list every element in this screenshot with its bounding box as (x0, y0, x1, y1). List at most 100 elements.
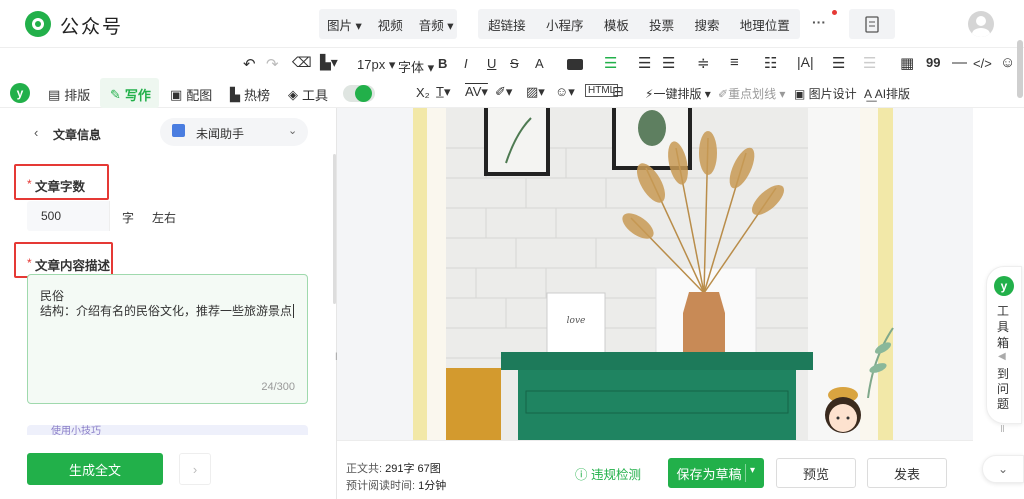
line-height-icon[interactable]: ≡ (730, 54, 739, 71)
word-unit: 字 (122, 211, 135, 225)
page-scrollbar[interactable] (1017, 40, 1023, 98)
write-icon: ✎ (110, 86, 121, 102)
italic-button[interactable]: I (464, 56, 468, 71)
description-line-2: 结构：介绍有名的民俗文化，推荐一些旅游景点 (40, 304, 295, 318)
ai-layout-button[interactable]: A͟ AI排版 (864, 85, 910, 102)
word-count-input[interactable]: 500 字 (27, 201, 144, 231)
font-size-select[interactable]: 17px ▾ (357, 57, 395, 73)
document-button[interactable] (849, 9, 895, 39)
leaf-decoration-icon (867, 327, 894, 398)
assistant-select[interactable]: 未闻助手 ⌄ (160, 118, 308, 146)
shield-icon: ⓘ (575, 468, 588, 482)
top-bar: 公众号 图片 ▾ 视频 音频 ▾ 超链接 小程序 模板 投票 搜索 地理位置 ·… (0, 0, 1024, 48)
image-design-button[interactable]: ▣ 图片设计 (794, 85, 857, 102)
more-menu-button[interactable]: ··· (812, 14, 826, 30)
letter-spacing-icon[interactable]: |A| (797, 54, 814, 70)
list-icon[interactable]: ☰ (832, 54, 845, 72)
format-painter-icon[interactable]: ▙▾ (320, 54, 338, 71)
save-draft-button[interactable]: 保存为草稿 ▾ (668, 458, 764, 488)
description-textarea[interactable]: 民俗 结构：介绍有名的民俗文化，推荐一些旅游景点 24/300 (27, 274, 308, 404)
assistant-name: 未闻助手 (196, 127, 245, 141)
menu-vote[interactable]: 投票 (641, 15, 682, 34)
tab-hot[interactable]: ▙ 热榜 (230, 85, 270, 104)
align-left-icon[interactable]: ☰ (604, 54, 617, 72)
briefcase-icon[interactable]: ⊟ (612, 83, 624, 100)
collapse-arrow-icon[interactable]: ◀ (998, 351, 1006, 362)
next-arrow-button[interactable]: › (179, 453, 211, 485)
eraser-icon[interactable]: ⌫ (292, 54, 312, 71)
article-photo[interactable]: love (446, 108, 860, 441)
right-toolbox[interactable]: y 工具箱 ◀ 到问题 (986, 266, 1022, 424)
code-button[interactable]: </> (973, 56, 992, 71)
menu-image[interactable]: 图片 ▾ (319, 15, 370, 34)
menu-audio[interactable]: 音频 ▾ (411, 15, 462, 34)
subscript-button[interactable]: X₂ (416, 85, 430, 100)
menu-template[interactable]: 模板 (596, 15, 637, 34)
description-label: 文章内容描述 (35, 259, 111, 273)
align-right-icon[interactable]: ☰ (662, 54, 675, 72)
strikethrough-button[interactable]: S (510, 56, 519, 71)
tab-image[interactable]: ▣ 配图 (170, 85, 212, 104)
side-info-icon[interactable]: Ⅱ (1000, 424, 1014, 438)
violation-check-button[interactable]: ⓘ 违规检测 (575, 464, 641, 483)
menu-miniprogram[interactable]: 小程序 (538, 15, 592, 34)
hot-list-icon: ▙ (230, 86, 240, 102)
menu-video[interactable]: 视频 (370, 15, 411, 34)
article-page[interactable]: love (413, 108, 894, 441)
background-color-icon[interactable] (567, 59, 583, 70)
generate-full-text-button[interactable]: 生成全文 (27, 453, 163, 485)
tabs-row: y ▤ 排版 ✎ 写作 ▣ 配图 ▙ 热榜 ◈ 工具 X₂ T̲▾ AV▾ ✐▾ ▨▾ ☺… (0, 78, 1024, 108)
back-icon[interactable]: ‹ (34, 125, 38, 140)
table-icon[interactable]: ▦ (900, 54, 914, 72)
font-color-button[interactable]: A (535, 56, 544, 71)
emoji-icon[interactable]: ☺ (1000, 54, 1015, 71)
indent-icon[interactable]: ≑ (697, 54, 710, 72)
tab-write[interactable]: ✎ 写作 (110, 85, 151, 104)
required-mark-2: * (27, 256, 32, 270)
tab-tools[interactable]: ◈ 工具 (288, 85, 328, 104)
font-family-select[interactable]: 字体 ▾ (398, 57, 434, 76)
menu-hyperlink[interactable]: 超链接 (480, 15, 534, 34)
svg-text:love: love (567, 316, 586, 326)
horizontal-rule-icon[interactable]: — (952, 54, 967, 71)
menu-location[interactable]: 地理位置 (732, 15, 798, 34)
underline-button[interactable]: U (487, 56, 496, 71)
emoji-picker-icon[interactable]: ☺▾ (555, 84, 575, 100)
redo-icon[interactable]: ↷ (266, 55, 279, 73)
left-stripe (413, 108, 427, 441)
toggle-switch[interactable] (343, 85, 375, 102)
one-click-layout-button[interactable]: ⚡一键排版 ▾ (645, 85, 711, 102)
quote-button[interactable]: 99 (926, 55, 940, 70)
picture-icon[interactable]: ▨▾ (526, 84, 545, 100)
text-style-icon[interactable]: T̲▾ (436, 84, 450, 100)
panel-title: 文章信息 (53, 128, 102, 142)
publish-button[interactable]: 发表 (867, 458, 947, 488)
document-icon (865, 16, 879, 33)
paragraph-spacing-icon[interactable]: ☷ (764, 54, 777, 72)
undo-icon[interactable]: ↶ (243, 55, 256, 73)
avatar[interactable] (968, 11, 994, 37)
approx-label: 左右 (152, 211, 177, 225)
stats-line: 正文共: 291字 67图 (346, 463, 441, 475)
wechat-logo-icon (25, 11, 51, 37)
divider-list-icon[interactable]: ☰ (863, 54, 876, 72)
align-center-icon[interactable]: ☰ (638, 54, 651, 72)
tab-layout[interactable]: ▤ 排版 (48, 85, 90, 104)
assistant-logo-icon[interactable]: y (10, 83, 30, 103)
chevron-down-icon[interactable]: ▾ (750, 465, 755, 476)
menu-search[interactable]: 搜索 (686, 15, 727, 34)
bold-button[interactable]: B (438, 56, 447, 71)
find-issue-label[interactable]: 到问题 (997, 367, 1011, 412)
key-line-button[interactable]: ✐重点划线 ▾ (718, 85, 785, 102)
tips-text: 使用小技巧 (51, 426, 101, 435)
write-panel: ‹ 文章信息 未闻助手 ⌄ * 文章字数 500 字 左右 * 文章内容描述 民… (0, 108, 336, 499)
bottom-bar: 正文共: 291字 67图 预计阅读时间: 1分钟 ⓘ 违规检测 保存为草稿 ▾… (337, 440, 973, 499)
preview-button[interactable]: 预览 (776, 458, 856, 488)
user-icon (972, 16, 990, 37)
chevron-down-icon: ⌄ (288, 125, 298, 137)
tips-bar[interactable]: 使用小技巧 (27, 425, 308, 435)
word-count-label: 文章字数 (35, 180, 86, 194)
char-spacing-icon[interactable]: AV▾ (465, 84, 488, 100)
magic-pen-icon[interactable]: ✐▾ (495, 84, 512, 100)
collapse-down-icon[interactable]: ⌄ (982, 455, 1024, 483)
